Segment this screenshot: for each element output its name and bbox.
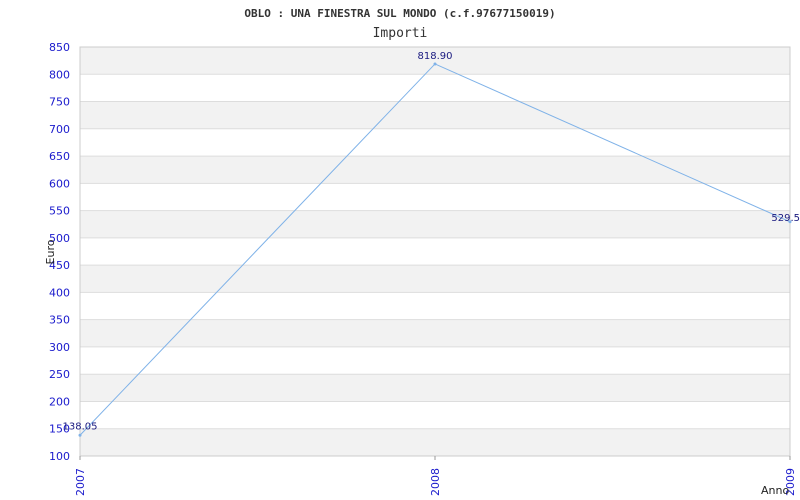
y-tick-label: 850 [49,41,70,54]
data-point [433,62,437,66]
data-point [78,433,82,437]
y-tick-label: 200 [49,395,70,408]
y-tick-label: 250 [49,368,70,381]
data-label: 138.05 [63,421,98,432]
x-tick-label: 2008 [429,468,442,496]
y-axis-label: Euro [44,239,57,264]
chart-subtitle: Importi [373,26,428,41]
grid-band [80,265,790,293]
grid-band [80,374,790,402]
line-chart: OBLO : UNA FINESTRA SUL MONDO (c.f.97677… [44,7,800,497]
x-axis-ticks: 2007 2008 2009 [74,456,797,496]
y-tick-label: 550 [49,205,70,218]
data-label: 818.90 [418,51,453,62]
y-tick-label: 650 [49,150,70,163]
data-label: 529.5 [771,213,800,224]
grid-band [80,210,790,238]
grid-band [80,101,790,129]
x-axis-label: Anno [761,484,789,497]
y-tick-label: 350 [49,314,70,327]
chart-title: OBLO : UNA FINESTRA SUL MONDO (c.f.97677… [244,7,555,20]
y-tick-label: 100 [49,450,70,463]
grid-band [80,156,790,184]
y-tick-label: 750 [49,96,70,109]
plot-bands [80,47,790,456]
y-tick-label: 800 [49,68,70,81]
y-tick-label: 300 [49,341,70,354]
y-tick-label: 400 [49,286,70,299]
y-tick-label: 600 [49,177,70,190]
grid-band [80,428,790,456]
x-tick-label: 2007 [74,468,87,496]
y-tick-label: 700 [49,123,70,136]
